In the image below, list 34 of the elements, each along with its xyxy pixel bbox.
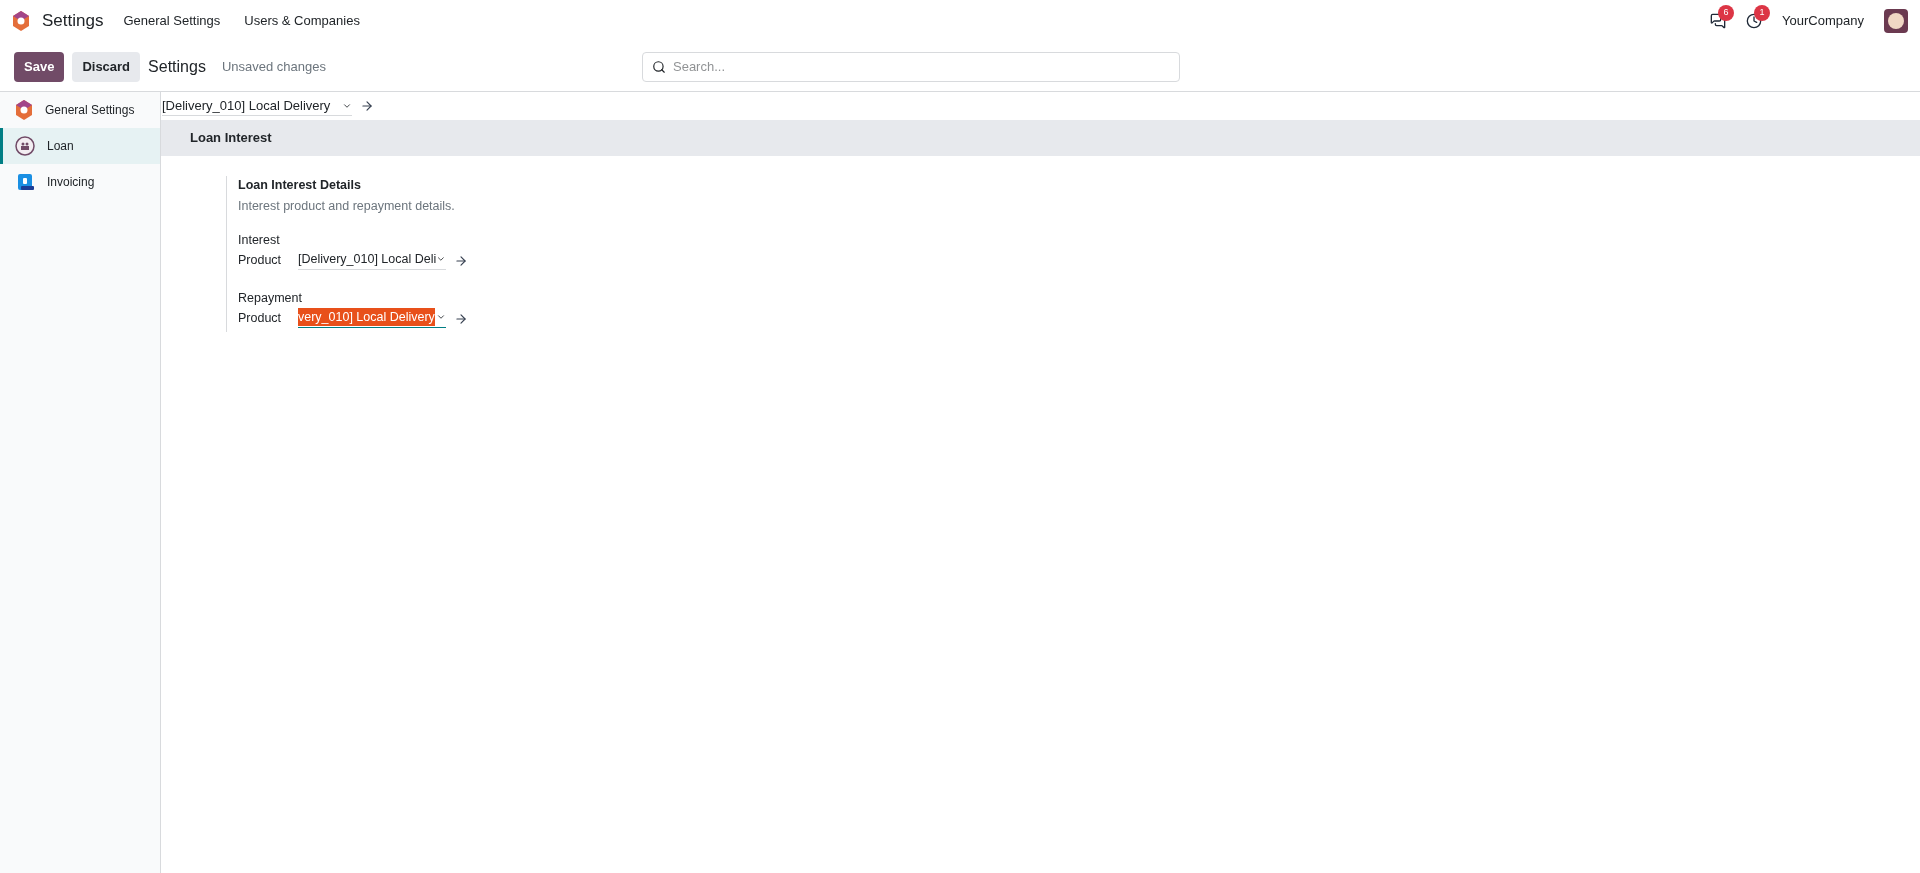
sidebar-item[interactable]: Invoicing	[0, 164, 160, 200]
group-icon	[15, 136, 35, 156]
caret-icon	[436, 312, 446, 322]
field-label: Product	[238, 251, 283, 269]
avatar-icon[interactable]	[1884, 9, 1908, 33]
sidebar-item[interactable]: General Settings	[0, 92, 160, 128]
discard-button[interactable]: Discard	[72, 51, 141, 82]
hexagon-logo-icon	[15, 100, 33, 120]
caret-icon	[436, 254, 446, 264]
field-label: Product	[238, 309, 283, 327]
invoice-icon	[15, 172, 35, 192]
breadcrumb: Settings	[148, 56, 206, 77]
search-icon	[652, 59, 666, 74]
top-menu-item[interactable]: Users & Companies	[240, 11, 364, 31]
notification-count: 1	[1754, 5, 1771, 21]
save-button[interactable]: Save	[14, 51, 65, 82]
chat-icon[interactable]	[1710, 13, 1727, 29]
app-title: Settings	[42, 10, 104, 33]
arrow-right-icon[interactable]	[454, 311, 468, 326]
arrow-right-icon[interactable]	[454, 253, 468, 268]
notification-count: 6	[1718, 5, 1735, 21]
top-menu-item[interactable]: General Settings	[119, 11, 225, 31]
clock-icon[interactable]	[1746, 13, 1763, 29]
section-header: Loan Interest	[161, 120, 1920, 156]
setting-description: Interest product and repayment details.	[238, 197, 456, 215]
app-logo-icon	[12, 11, 30, 31]
setting-title: Loan Interest Details	[238, 177, 362, 194]
sidebar-item[interactable]: Loan	[0, 128, 160, 164]
unsaved-status: Unsaved changes	[221, 57, 326, 76]
field-label: Interest	[238, 231, 281, 249]
product-select[interactable]: [Delivery_010] Local Deli	[298, 249, 446, 270]
search-field[interactable]: Search...	[642, 51, 1180, 82]
product-select[interactable]: [Delivery_010] Local Delivery	[162, 95, 352, 117]
company-name[interactable]: YourCompany	[1782, 11, 1864, 31]
